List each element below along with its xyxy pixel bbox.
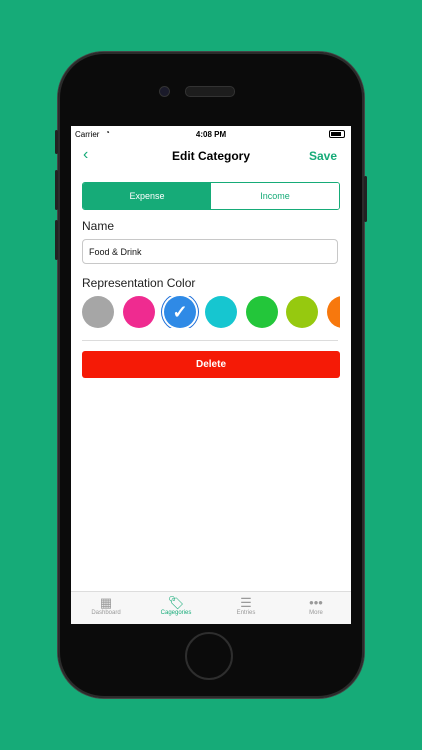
clock: 4:08 PM	[195, 130, 227, 139]
name-field[interactable]: Food & Drink	[82, 239, 338, 264]
color-swatch-green[interactable]	[246, 296, 278, 328]
tags-icon: 🏷	[167, 595, 185, 610]
name-label: Name	[82, 219, 115, 233]
camera	[159, 86, 170, 97]
color-swatch-pink[interactable]	[123, 296, 155, 328]
segment-income[interactable]: Income	[211, 183, 339, 209]
nav-bar: ‹ Edit Category Save	[71, 142, 351, 170]
save-button[interactable]: Save	[309, 149, 337, 163]
tab-categories[interactable]: 🏷 Cagegories	[141, 592, 211, 624]
app-screen: Carrier ◔ 4:08 PM ‹ Edit Category Save E…	[71, 126, 351, 624]
divider	[82, 340, 338, 341]
checkmark-icon: ✓	[172, 302, 188, 322]
color-swatch-lime[interactable]	[286, 296, 318, 328]
tab-entries[interactable]: ☰ Entries	[211, 592, 281, 624]
speaker	[185, 86, 235, 97]
volume-up-button	[55, 170, 58, 210]
grid-icon: ▦	[99, 595, 113, 610]
color-swatch-list: ✓	[82, 296, 340, 328]
status-bar: Carrier ◔ 4:08 PM	[71, 126, 351, 142]
more-icon: •••	[309, 595, 323, 610]
segment-expense[interactable]: Expense	[83, 183, 211, 209]
tab-label: More	[309, 610, 323, 616]
home-button[interactable]	[185, 632, 233, 680]
tab-label: Cagegories	[160, 610, 192, 616]
tab-dashboard[interactable]: ▦ Dashboard	[71, 592, 141, 624]
color-label: Representation Color	[82, 276, 196, 290]
color-swatch-orange[interactable]	[327, 296, 340, 328]
tab-more[interactable]: ••• More	[281, 592, 351, 624]
color-swatch-gray[interactable]	[82, 296, 114, 328]
list-icon: ☰	[240, 595, 252, 610]
type-segmented-control: Expense Income	[82, 182, 340, 210]
delete-button[interactable]: Delete	[82, 351, 340, 378]
battery-icon	[329, 130, 345, 138]
volume-down-button	[55, 220, 58, 260]
tab-label: Entries	[236, 610, 256, 616]
tab-label: Dashboard	[91, 610, 121, 616]
tab-bar: ▦ Dashboard 🏷 Cagegories ☰ Entries ••• M…	[71, 591, 351, 624]
power-button	[364, 176, 367, 222]
color-swatch-cyan[interactable]	[205, 296, 237, 328]
mute-switch	[55, 130, 58, 154]
color-swatch-blue[interactable]: ✓	[164, 296, 196, 328]
